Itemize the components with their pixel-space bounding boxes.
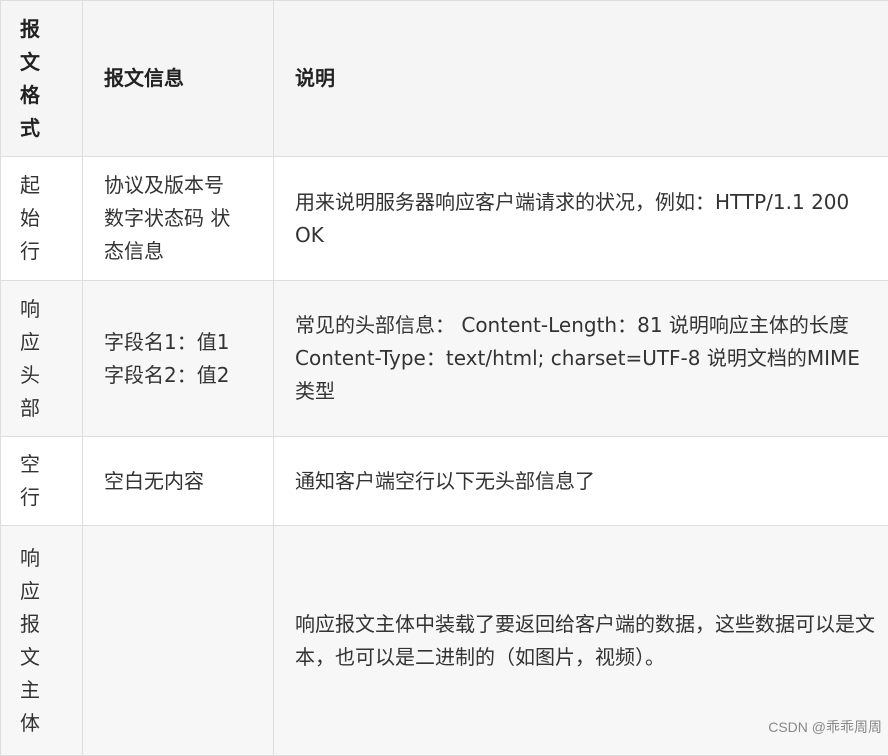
table-header-row: 报文格式 报文信息 说明	[1, 1, 888, 157]
row-format: 响应头部	[1, 281, 83, 437]
table-row: 起始行 协议及版本号 数字状态码 状 态信息 用来说明服务器响应客户端请求的状况…	[1, 157, 888, 281]
row-format: 空行	[1, 437, 83, 526]
header-desc: 说明	[274, 1, 888, 157]
row-format: 起始行	[1, 157, 83, 281]
table-row: 响应头部 字段名1：值1 字段名2：值2 常见的头部信息： Content-Le…	[1, 281, 888, 437]
row-info	[83, 526, 274, 756]
header-format: 报文格式	[1, 1, 83, 157]
row-info: 协议及版本号 数字状态码 状 态信息	[83, 157, 274, 281]
table-row: 空行 空白无内容 通知客户端空行以下无头部信息了	[1, 437, 888, 526]
row-info: 空白无内容	[83, 437, 274, 526]
http-response-format-table: 报文格式 报文信息 说明 起始行 协议及版本号 数字状态码 状 态信息 用来说明…	[0, 0, 888, 756]
row-desc: 用来说明服务器响应客户端请求的状况，例如：HTTP/1.1 200 OK	[274, 157, 888, 281]
row-desc: 常见的头部信息： Content-Length：81 说明响应主体的长度 Con…	[274, 281, 888, 437]
row-info: 字段名1：值1 字段名2：值2	[83, 281, 274, 437]
header-info: 报文信息	[83, 1, 274, 157]
watermark: CSDN @乖乖周周	[768, 717, 882, 737]
table-row: 响应报文主体 响应报文主体中装载了要返回给客户端的数据，这些数据可以是文本，也可…	[1, 526, 888, 756]
row-format: 响应报文主体	[1, 526, 83, 756]
row-desc: 通知客户端空行以下无头部信息了	[274, 437, 888, 526]
